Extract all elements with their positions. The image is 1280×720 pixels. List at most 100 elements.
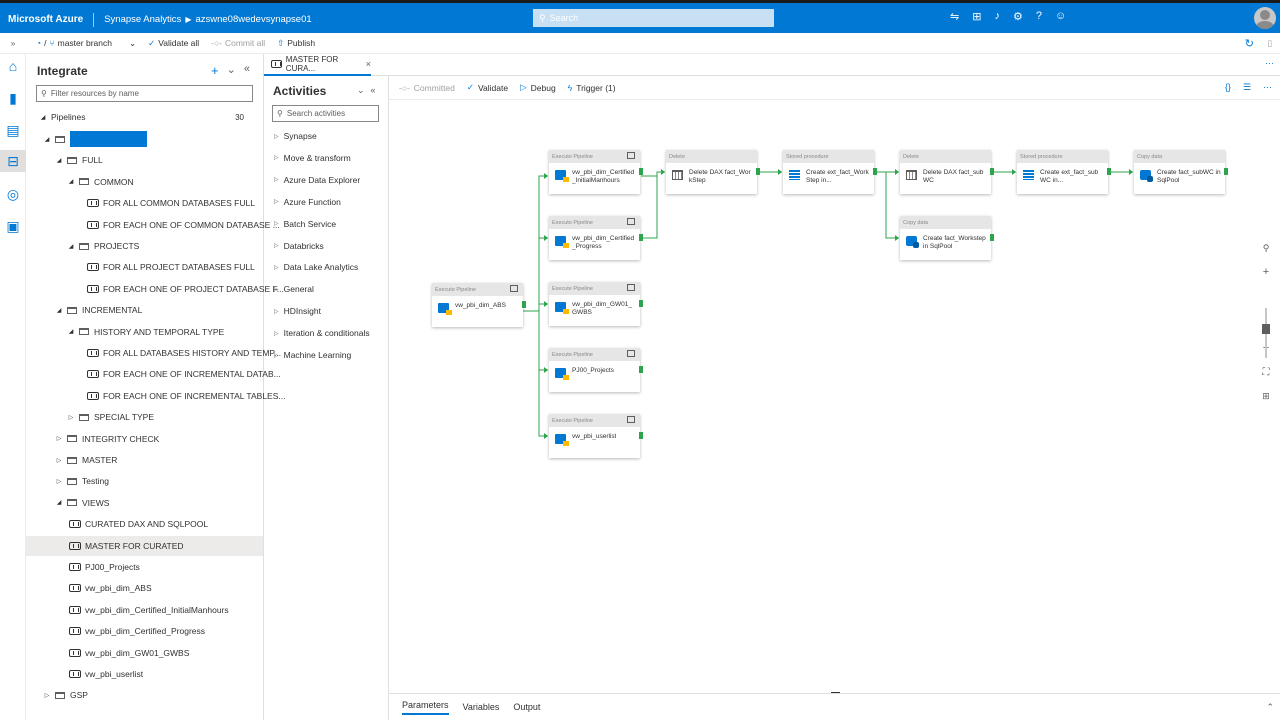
caret-down-icon[interactable]: ◢ [54,499,64,506]
success-output-port[interactable] [873,168,877,175]
tree-pipeline[interactable]: FOR EACH ONE OF INCREMENTAL TABLES... [26,386,285,406]
avatar[interactable] [1254,7,1276,29]
zoom-in-icon[interactable]: + [1256,260,1276,284]
activity-category[interactable]: ▷ Iteration & conditionals [274,328,370,338]
collapse-all-icon[interactable]: ⌄ [227,63,236,78]
activity-category[interactable]: ▷ Azure Function [274,197,341,207]
zoom-slider-handle[interactable] [1262,324,1270,334]
tree-pipeline[interactable]: vw_pbi_dim_GW01_GWBS [26,643,189,663]
tree-pipeline[interactable]: FOR EACH ONE OF COMMON DATABASE ... [26,215,280,235]
activity-node[interactable]: Execute Pipeline vw_pbi_userlist [549,414,643,458]
activity-category[interactable]: ▷ Azure Data Explorer [274,175,360,185]
tree-pipeline[interactable]: vw_pbi_dim_Certified_Progress [26,621,205,641]
caret-down-icon[interactable]: ◢ [54,307,64,314]
tree-pipeline[interactable]: FOR EACH ONE OF INCREMENTAL DATAB... [26,364,281,384]
search-icon[interactable]: ⚲ [1256,236,1276,260]
caret-down-icon[interactable]: ◢ [54,157,64,164]
activity-category[interactable]: ▷ Move & transform [274,153,351,163]
resize-handle[interactable] [831,692,840,693]
breadcrumb-workspace[interactable]: azswne08wedevsynapse01 [195,14,311,25]
open-pipeline-icon[interactable] [510,285,518,292]
activity-node[interactable]: Delete Delete DAX fact_subWC [900,150,994,194]
pipelines-header[interactable]: ◢ Pipelines 30 [38,107,258,127]
caret-down-icon[interactable]: ◢ [66,243,76,250]
tree-folder[interactable]: ◢ FULL [26,150,103,170]
publish-button[interactable]: ⇧ Publish [277,38,315,49]
tree-pipeline[interactable]: CURATED DAX AND SQLPOOL [26,514,208,534]
open-pipeline-icon[interactable] [627,350,635,357]
help-icon[interactable]: ? [1036,10,1042,23]
feedback-icon[interactable]: ⇋ [950,10,959,23]
activity-node[interactable]: Delete Delete DAX fact_WorkStep [666,150,760,194]
success-output-port[interactable] [639,432,643,439]
tree-folder[interactable]: ◢ VIEWS [26,493,110,513]
tree-folder[interactable]: ▷ GSP [26,685,88,705]
branch-selector[interactable]: ◔ / ⑂ master branch ⌄ [36,38,136,49]
activity-node[interactable]: Copy data Create fact_subWC in SqlPool [1134,150,1228,194]
success-output-port[interactable] [639,168,643,175]
properties-icon[interactable]: ☰ [1243,82,1251,93]
activity-node[interactable]: Copy data Create fact_Workstep in SqlPool [900,216,994,260]
activity-node[interactable]: Execute Pipeline vw_pbi_dim_Certified_Ini… [549,150,643,194]
search-activities-input[interactable]: ⚲ Search activities [272,105,379,122]
global-search-input[interactable]: ⚲ Search [533,9,774,27]
develop-icon[interactable]: ▤ [5,122,21,138]
add-resource-icon[interactable]: + [211,63,219,78]
success-output-port[interactable] [1107,168,1111,175]
tab-master-for-curated[interactable]: MASTER FOR CURA... × [264,54,371,76]
success-output-port[interactable] [639,366,643,373]
tree-pipeline[interactable]: FOR ALL PROJECT DATABASES FULL [26,257,255,277]
open-pipeline-icon[interactable] [627,416,635,423]
success-output-port[interactable] [990,234,994,241]
activity-node[interactable]: Execute Pipeline vw_pbi_dim_ABS [432,283,526,327]
caret-down-icon[interactable]: ◢ [66,328,76,335]
collapse-panel-icon[interactable]: « [371,85,376,96]
chevron-up-icon[interactable]: ⌃ [1266,702,1274,713]
success-output-port[interactable] [522,301,526,308]
activity-category[interactable]: ▷ HDInsight [274,306,321,316]
caret-down-icon[interactable]: ◢ [66,178,76,185]
tree-pipeline[interactable]: PJ00_Projects [26,557,140,577]
activity-node[interactable]: Stored procedure Create ext_fact_WorkStep… [783,150,877,194]
tab-variables[interactable]: Variables [463,702,500,712]
directory-icon[interactable]: ⊞ [972,10,981,23]
caret-right-icon[interactable]: ▷ [54,457,64,464]
activity-node[interactable]: Execute Pipeline vw_pbi_dim_Certified_Pro… [549,216,643,260]
tree-folder[interactable]: ◢ HISTORY AND TEMPORAL TYPE [26,322,225,342]
tree-pipeline[interactable]: FOR EACH ONE OF PROJECT DATABASE F... [26,279,284,299]
more-icon[interactable]: ··· [1263,82,1272,93]
code-icon[interactable]: {} [1225,82,1231,93]
auto-align-icon[interactable]: ⊞ [1256,384,1276,408]
debug-button[interactable]: ▷ Debug [520,82,556,93]
fit-to-screen-icon[interactable]: ⛶ [1256,360,1276,384]
gear-icon[interactable]: ⚙ [1013,10,1023,23]
tree-pipeline[interactable]: FOR ALL DATABASES HISTORY AND TEMP... [26,343,281,363]
caret-right-icon[interactable]: ▷ [42,692,52,699]
monitor-icon[interactable]: ◎ [5,186,21,202]
trigger-button[interactable]: ϟ Trigger (1) [568,83,616,93]
open-pipeline-icon[interactable] [627,284,635,291]
pipeline-canvas[interactable]: Execute Pipeline vw_pbi_dim_ABS Execute Pi… [389,100,1280,693]
activity-node[interactable]: Execute Pipeline PJ00_Projects [549,348,643,392]
caret-right-icon[interactable]: ▷ [54,435,64,442]
collapse-panel-icon[interactable]: « [244,63,250,78]
smile-icon[interactable]: ☺ [1055,10,1066,23]
tree-pipeline[interactable]: vw_pbi_dim_Certified_InitialManhours [26,600,229,620]
close-icon[interactable]: × [366,59,371,69]
open-pipeline-icon[interactable] [627,218,635,225]
tree-pipeline[interactable]: vw_pbi_userlist [26,664,143,684]
refresh-icon[interactable]: ↻ [1245,37,1254,50]
tree-folder[interactable]: ◢ PROJECTS [26,236,140,256]
discard-icon[interactable]: ▯ [1267,38,1272,49]
tab-parameters[interactable]: Parameters [402,700,449,715]
breadcrumb-service[interactable]: Synapse Analytics [94,14,181,25]
caret-right-icon[interactable]: ▷ [66,414,76,421]
commit-all-button[interactable]: -○- Commit all [211,38,265,48]
tree-pipeline[interactable]: vw_pbi_dim_ABS [26,578,152,598]
tree-pipeline[interactable]: FOR ALL COMMON DATABASES FULL [26,193,255,213]
activity-node[interactable]: Stored procedure Create ext_fact_subWC in… [1017,150,1111,194]
activity-category[interactable]: ▷ Synapse [274,131,317,141]
more-icon[interactable]: ··· [1265,58,1274,68]
success-output-port[interactable] [1224,168,1228,175]
tree-folder[interactable]: ▷ SPECIAL TYPE [26,407,154,427]
